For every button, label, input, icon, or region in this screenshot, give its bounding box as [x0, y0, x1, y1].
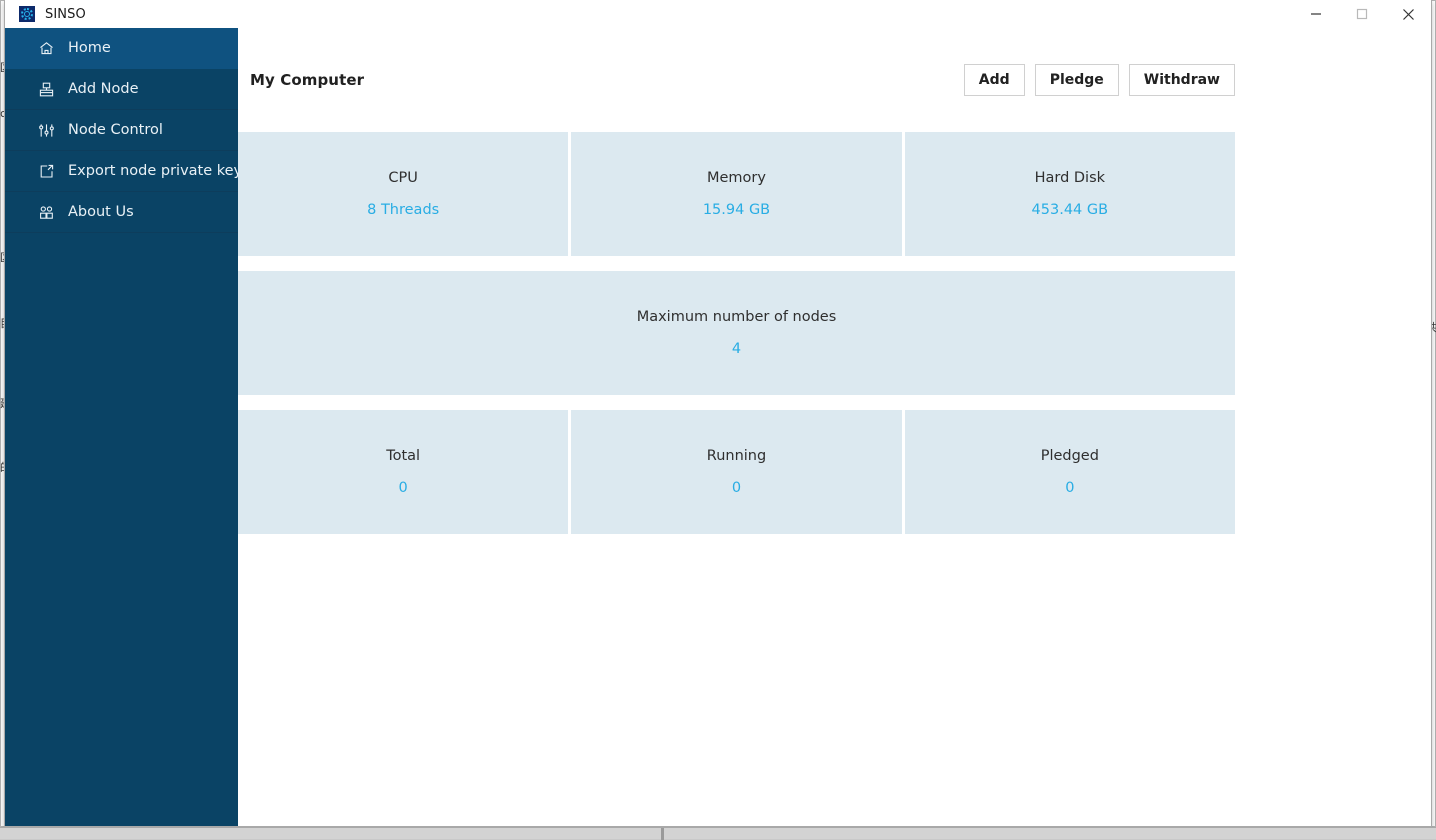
title-bar: SINSO [5, 0, 1431, 28]
content-header: My Computer Add Pledge Withdraw [238, 28, 1431, 132]
stat-card-row: Maximum number of nodes 4 [238, 271, 1235, 395]
card-value: 15.94 GB [703, 202, 770, 218]
stat-card-row: Total 0 Running 0 Pledged 0 [238, 410, 1235, 534]
sidebar-item-label: Home [68, 40, 111, 56]
pledge-button[interactable]: Pledge [1035, 64, 1119, 97]
add-button[interactable]: Add [964, 64, 1025, 97]
window-seam [661, 828, 664, 840]
stat-cards-area: CPU 8 Threads Memory 15.94 GB Hard Disk … [238, 132, 1431, 534]
bottom-window-strip [0, 827, 1436, 839]
sliders-icon [38, 122, 55, 139]
withdraw-button[interactable]: Withdraw [1129, 64, 1235, 97]
sidebar-item-label: Export node private key [68, 163, 242, 179]
card-label: Hard Disk [1035, 170, 1105, 186]
sidebar: Home Add Node [5, 28, 238, 826]
minimize-icon[interactable] [1293, 0, 1339, 28]
card-value: 4 [732, 341, 741, 357]
sidebar-item-about-us[interactable]: About Us [5, 192, 238, 233]
stat-card-row: CPU 8 Threads Memory 15.94 GB Hard Disk … [238, 132, 1235, 256]
add-node-icon [38, 81, 55, 98]
card-value: 0 [732, 480, 741, 496]
card-label: CPU [388, 170, 417, 186]
sidebar-item-label: Add Node [68, 81, 139, 97]
sinso-app-window: SINSO [4, 0, 1432, 827]
card-value: 0 [399, 480, 408, 496]
sidebar-item-add-node[interactable]: Add Node [5, 69, 238, 110]
card-label: Memory [707, 170, 766, 186]
main-content: My Computer Add Pledge Withdraw CPU 8 Th… [238, 28, 1431, 826]
hard-disk-card: Hard Disk 453.44 GB [905, 132, 1235, 256]
home-icon [38, 40, 55, 57]
people-icon [38, 204, 55, 221]
sidebar-item-label: About Us [68, 204, 134, 220]
memory-card: Memory 15.94 GB [571, 132, 901, 256]
sidebar-filler [5, 233, 238, 826]
total-card: Total 0 [238, 410, 568, 534]
pledged-card: Pledged 0 [905, 410, 1235, 534]
page-title: My Computer [250, 71, 364, 89]
cpu-card: CPU 8 Threads [238, 132, 568, 256]
card-value: 453.44 GB [1032, 202, 1109, 218]
close-icon[interactable] [1385, 0, 1431, 28]
external-link-icon [38, 163, 55, 180]
sidebar-item-export-node-private-key[interactable]: Export node private key [5, 151, 238, 192]
action-buttons: Add Pledge Withdraw [964, 64, 1235, 97]
sidebar-item-label: Node Control [68, 122, 163, 138]
running-card: Running 0 [571, 410, 901, 534]
window-body: Home Add Node [5, 28, 1431, 826]
app-title: SINSO [45, 7, 86, 22]
card-label: Running [707, 448, 766, 464]
sidebar-item-home[interactable]: Home [5, 28, 238, 69]
card-label: Pledged [1041, 448, 1099, 464]
card-label: Total [386, 448, 420, 464]
maximize-icon[interactable] [1339, 0, 1385, 28]
window-controls [1293, 0, 1431, 28]
sinso-logo-icon [19, 6, 35, 22]
card-value: 8 Threads [367, 202, 439, 218]
max-nodes-card: Maximum number of nodes 4 [238, 271, 1235, 395]
card-value: 0 [1065, 480, 1074, 496]
sidebar-item-node-control[interactable]: Node Control [5, 110, 238, 151]
card-label: Maximum number of nodes [637, 309, 837, 325]
